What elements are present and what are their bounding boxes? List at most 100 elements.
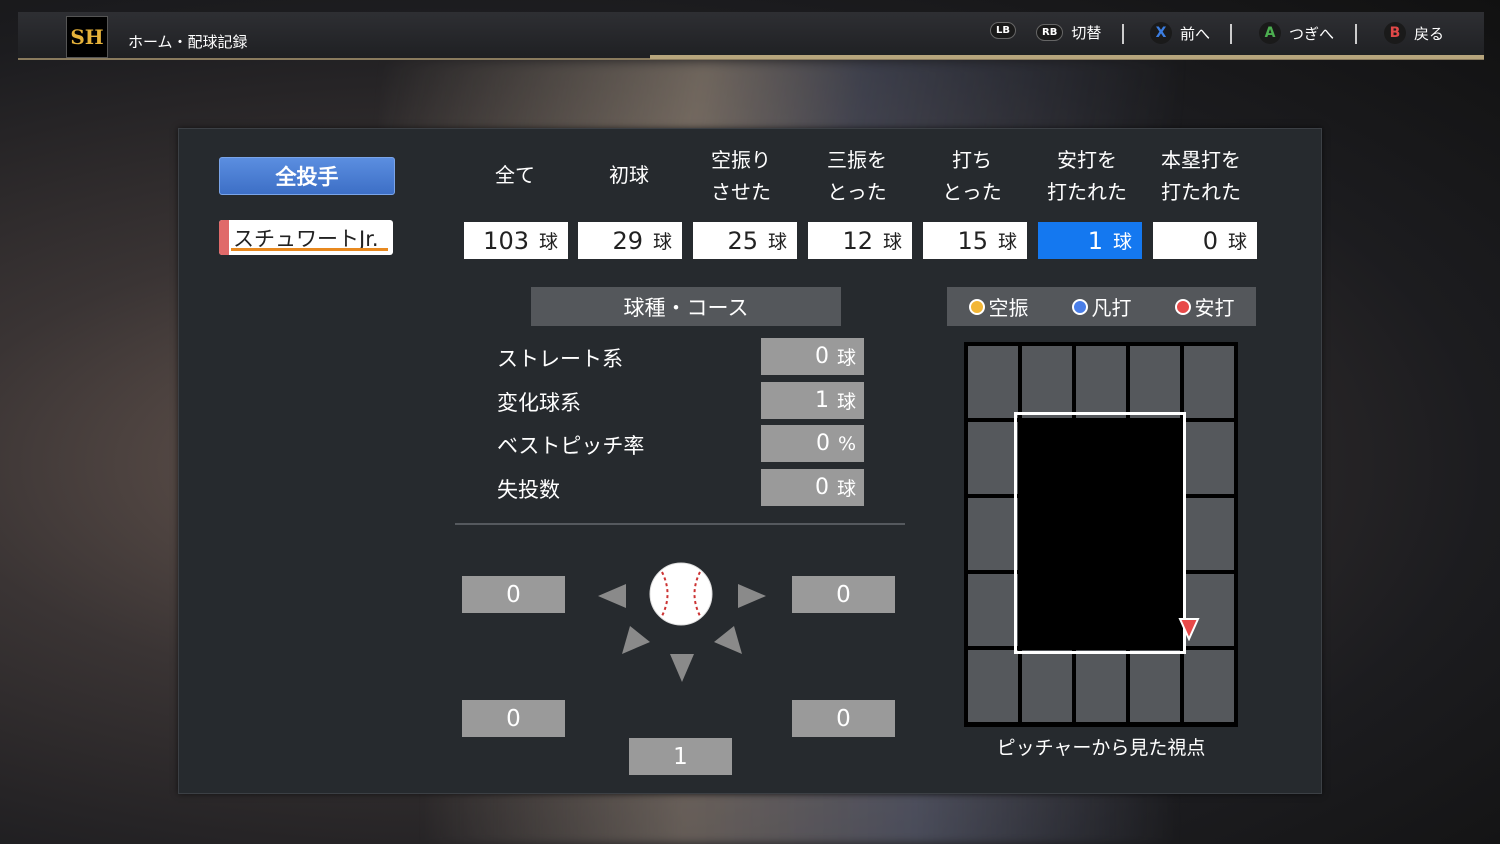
breadcrumb: ホーム・配球記録 [128,33,248,51]
count-hit-selected[interactable]: 1球 [1038,222,1142,259]
count-all[interactable]: 103 球 [464,222,568,259]
direction-count-upper-left: 0 [462,576,565,613]
count-unit: 球 [1112,231,1132,253]
ball-zone-cell [968,650,1018,722]
category-header-hit[interactable]: 安打を 打たれた [1035,144,1139,208]
legend-item-hit: 安打 [1174,292,1235,321]
stat-unit: 球 [836,347,856,369]
hint-separator [1230,24,1232,44]
team-logo: SH [66,16,108,58]
category-header-strikeout[interactable]: 三振を とった [805,144,909,208]
stat-value-fastball: 0球 [761,338,864,375]
legend-item-out: 凡打 [1071,292,1132,321]
stat-value: 0 [815,431,830,456]
hint-b-back[interactable]: B 戻る [1384,22,1444,44]
stat-label-breaking-ball: 変化球系 [497,391,581,415]
count-unit: 球 [538,231,558,253]
background-light-streak-bottom [420,790,1180,844]
ball-zone-cell [1184,346,1234,418]
count-unit: 球 [882,231,902,253]
hint-separator [1355,24,1357,44]
hint-switch-label: 切替 [1071,24,1102,42]
direction-count-lower-left: 0 [462,700,565,737]
count-strikeout[interactable]: 12 球 [808,222,912,259]
category-header-all[interactable]: 全て [463,159,567,191]
legend-dot-blue [1071,298,1088,315]
pitcher-flag-marker [219,220,229,255]
pitch-direction-indicator [596,556,768,686]
stat-unit: 球 [836,391,856,413]
stat-value: 0 [814,344,829,369]
ball-zone-cell [1130,346,1180,418]
hint-back-label: 戻る [1414,24,1445,43]
category-header-line2: させた [711,180,771,204]
arrow-right-icon [738,584,766,608]
pitcher-select-item[interactable]: スチュワートJr. [219,220,393,255]
direction-count-upper-right: 0 [792,576,895,613]
lb-button-icon: LB [990,22,1016,39]
category-header-out[interactable]: 打ち とった [920,144,1024,208]
ball-zone-cell [968,346,1018,418]
ball-zone-cell [1130,650,1180,722]
x-button-icon: X [1150,22,1172,44]
count-unit: 球 [652,231,672,253]
ball-zone-cell [1184,422,1234,494]
hint-next-label: つぎへ [1289,24,1335,43]
ball-zone-cell [1022,650,1072,722]
stat-value: 0 [814,475,829,500]
rb-button-icon: RB [1036,24,1064,41]
legend-label: 安打 [1194,296,1235,320]
section-divider [455,523,905,525]
direction-count-bottom: 1 [629,738,732,775]
strike-zone-frame [1014,412,1186,654]
legend-item-swinging-miss: 空振 [968,292,1029,321]
category-header-line1: 初球 [609,163,649,187]
hit-marker-icon [1178,618,1200,641]
category-header-line1: 空振り [711,148,771,172]
category-header-line1: 全て [495,163,535,187]
category-header-homerun[interactable]: 本塁打を 打たれた [1149,144,1253,208]
hint-prev-label: 前へ [1180,24,1211,43]
stat-unit: % [837,432,856,455]
result-legend: 空振 凡打 安打 [947,287,1256,326]
hint-a-next[interactable]: A つぎへ [1259,22,1334,44]
category-header-first-pitch[interactable]: 初球 [577,159,681,191]
count-value: 25 [727,226,758,255]
stat-unit: 球 [836,478,856,500]
legend-dot-red [1174,298,1191,315]
pitcher-underline [231,248,388,251]
stat-value-mistake-pitches: 0球 [761,469,864,506]
count-homerun[interactable]: 0球 [1153,222,1257,259]
count-out[interactable]: 15 球 [923,222,1027,259]
arrow-down-right-icon [714,626,742,654]
team-logo-text: SH [70,25,104,49]
hint-x-prev[interactable]: X 前へ [1150,22,1210,44]
count-first-pitch[interactable]: 29 球 [578,222,682,259]
stat-value-best-pitch-rate: 0% [761,425,864,462]
category-header-line2: 打たれた [1047,180,1127,204]
ball-zone-cell [1076,650,1126,722]
ball-zone-cell [968,498,1018,570]
direction-count-lower-right: 0 [792,700,895,737]
category-header-line1: 三振を [827,148,887,172]
category-header-swinging-miss[interactable]: 空振り させた [689,144,793,208]
count-value: 15 [957,226,988,255]
ball-zone-cell [1184,650,1234,722]
stat-label-fastball: ストレート系 [497,347,623,371]
count-value: 0 [1202,226,1218,255]
legend-label: 空振 [988,296,1029,320]
pitcher-view-caption: ピッチャーから見た視点 [996,737,1206,759]
hint-lb[interactable]: LB [990,22,1024,39]
ball-zone-cell [1022,346,1072,418]
ball-zone-cell [968,422,1018,494]
category-header-line1: 打ち [952,148,992,172]
top-bar-accent-line [650,55,1484,59]
hint-rb-switch[interactable]: RB 切替 [1036,22,1101,43]
ball-zone-cell [1076,346,1126,418]
category-header-line1: 本塁打を [1161,148,1241,172]
arrow-left-icon [598,584,626,608]
count-swinging-miss[interactable]: 25 球 [693,222,797,259]
count-unit: 球 [1227,231,1247,253]
arrow-down-left-icon [622,626,650,654]
all-pitchers-button[interactable]: 全投手 [219,157,395,195]
